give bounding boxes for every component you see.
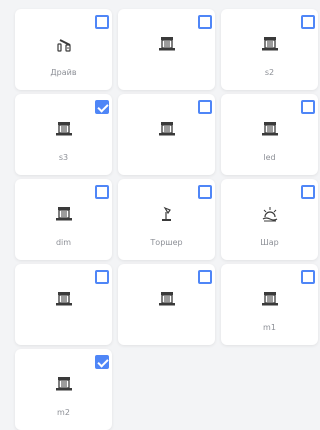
device-label: led (263, 153, 276, 162)
building-icon (55, 291, 73, 307)
select-checkbox[interactable] (301, 15, 315, 29)
device-tile[interactable]: Торшер (118, 179, 215, 260)
select-checkbox[interactable] (198, 270, 212, 284)
device-tile[interactable]: dim (15, 179, 112, 260)
building-icon (261, 291, 279, 307)
device-tile[interactable]: m2 (15, 349, 112, 430)
device-label: m2 (57, 408, 70, 417)
select-checkbox[interactable] (95, 100, 109, 114)
garage-drive-icon (55, 36, 73, 52)
device-grid: Драйв s2 s3 led dim Торшер Шар m1 m2 (15, 9, 318, 430)
select-checkbox[interactable] (301, 270, 315, 284)
device-tile[interactable] (118, 264, 215, 345)
building-icon (261, 121, 279, 137)
device-label: s2 (264, 68, 275, 77)
select-checkbox[interactable] (95, 185, 109, 199)
building-icon (158, 36, 176, 52)
building-icon (261, 36, 279, 52)
device-tile[interactable] (118, 9, 215, 90)
device-label: Торшер (150, 238, 183, 247)
select-checkbox[interactable] (198, 100, 212, 114)
device-label: Шар (260, 238, 279, 247)
select-checkbox[interactable] (198, 185, 212, 199)
ball-light-icon (261, 206, 279, 222)
device-tile[interactable]: Драйв (15, 9, 112, 90)
device-tile[interactable]: led (221, 94, 318, 175)
device-label: dim (55, 238, 72, 247)
select-checkbox[interactable] (95, 355, 109, 369)
select-checkbox[interactable] (301, 185, 315, 199)
select-checkbox[interactable] (95, 270, 109, 284)
device-tile[interactable] (15, 264, 112, 345)
select-checkbox[interactable] (198, 15, 212, 29)
device-label: m1 (263, 323, 276, 332)
select-checkbox[interactable] (301, 100, 315, 114)
building-icon (55, 121, 73, 137)
building-icon (158, 291, 176, 307)
device-tile[interactable]: s3 (15, 94, 112, 175)
device-label: s3 (58, 153, 69, 162)
building-icon (55, 376, 73, 392)
device-tile[interactable]: Шар (221, 179, 318, 260)
building-icon (55, 206, 73, 222)
building-icon (158, 121, 176, 137)
floor-lamp-icon (158, 206, 176, 222)
device-tile[interactable] (118, 94, 215, 175)
select-checkbox[interactable] (95, 15, 109, 29)
device-label: Драйв (50, 68, 77, 77)
device-tile[interactable]: s2 (221, 9, 318, 90)
device-tile[interactable]: m1 (221, 264, 318, 345)
